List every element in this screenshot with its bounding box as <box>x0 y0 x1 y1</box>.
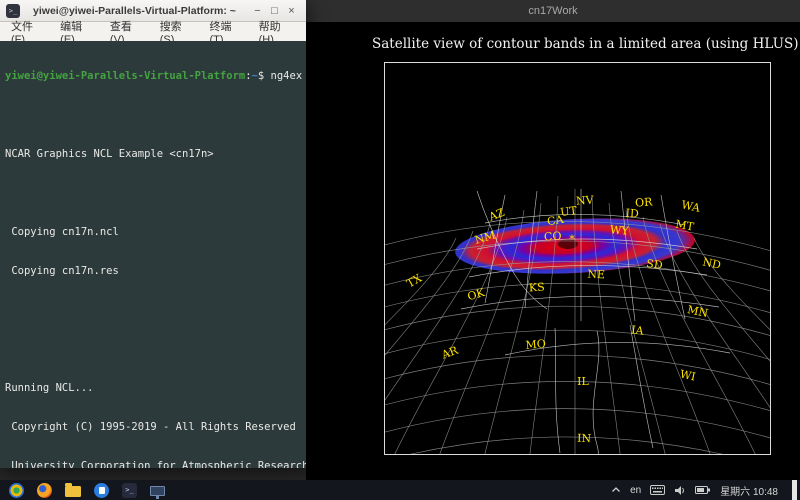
close-button[interactable]: × <box>283 5 300 17</box>
terminal-line <box>5 109 301 122</box>
terminal-output[interactable]: yiwei@yiwei-Parallels-Virtual-Platform:~… <box>0 41 306 468</box>
state-label: NE <box>587 268 605 282</box>
tray-expand-icon[interactable] <box>611 486 621 494</box>
state-label: TX <box>404 271 424 290</box>
terminal-line <box>5 304 301 317</box>
state-label: ID <box>625 207 639 221</box>
terminal-line: Copying cn17n.res <box>5 265 301 278</box>
plot-window: cn17Work Satellite view of contour bands… <box>306 0 800 480</box>
state-label: WY <box>609 223 629 238</box>
prompt-dollar: $ <box>258 70 271 82</box>
grid-point-star: * <box>569 233 575 246</box>
state-label: WI <box>679 368 697 384</box>
grid-line <box>694 238 770 454</box>
plot-window-titlebar[interactable]: cn17Work <box>306 0 800 22</box>
state-label: CO <box>544 229 562 243</box>
state-label: AR <box>439 344 460 362</box>
minimize-button[interactable]: − <box>249 5 266 17</box>
terminal-line: Running NCL... <box>5 382 301 395</box>
file-manager-icon[interactable] <box>65 486 81 497</box>
terminal-line <box>5 187 301 200</box>
terminal-line: Copying cn17n.ncl <box>5 226 301 239</box>
prompt-line: yiwei@yiwei-Parallels-Virtual-Platform:~… <box>5 70 301 83</box>
state-label: AZ <box>486 206 507 224</box>
terminal-line: University Corporation for Atmospheric R… <box>5 460 301 468</box>
start-menu-icon[interactable] <box>9 483 24 498</box>
state-label: NV <box>576 193 595 207</box>
battery-icon[interactable] <box>695 485 711 495</box>
satellite-map: WA OR ID MT NV CA UT AZ NM CO WY SD ND N… <box>385 63 770 454</box>
command-text: ng4ex cn17n <box>271 70 306 82</box>
plot-title: Satellite view of contour bands in a lim… <box>372 36 784 52</box>
firefox-icon[interactable] <box>37 483 52 498</box>
state-label: IA <box>631 323 646 338</box>
system-monitor-icon[interactable] <box>150 486 165 496</box>
state-label: KS <box>528 280 545 294</box>
state-label: IL <box>577 375 589 388</box>
clock[interactable]: 星期六 10:48 <box>720 483 778 498</box>
terminal-line: NCAR Graphics NCL Example <cn17n> <box>5 148 301 161</box>
state-label: UT <box>560 204 579 219</box>
terminal-window: yiwei@yiwei-Parallels-Virtual-Platform: … <box>0 0 306 468</box>
terminal-line <box>5 343 301 356</box>
grid-line <box>385 238 456 454</box>
maximize-button[interactable]: □ <box>266 5 283 17</box>
show-desktop-button[interactable] <box>792 480 797 500</box>
app-store-icon[interactable] <box>94 483 109 498</box>
state-label: WA <box>680 198 702 215</box>
grid-line <box>385 231 473 454</box>
taskbar-launchers <box>0 483 165 498</box>
terminal-task-icon[interactable] <box>122 483 137 498</box>
language-indicator[interactable]: en <box>630 485 641 496</box>
state-label: IN <box>577 432 592 445</box>
terminal-title: yiwei@yiwei-Parallels-Virtual-Platform: … <box>20 5 249 17</box>
keyboard-icon[interactable] <box>650 485 665 495</box>
terminal-line: Copyright (C) 1995-2019 - All Rights Res… <box>5 421 301 434</box>
grid-line <box>385 283 770 315</box>
state-label: SD <box>645 257 663 272</box>
system-tray: en 星期六 10:48 <box>611 480 800 500</box>
plot-window-title: cn17Work <box>528 5 577 17</box>
terminal-menubar: 文件(F) 编辑(E) 查看(V) 搜索(S) 终端(T) 帮助(H) <box>0 22 306 42</box>
grid-line <box>677 231 770 454</box>
taskbar: en 星期六 10:48 <box>0 480 800 500</box>
plot-frame: WA OR ID MT NV CA UT AZ NM CO WY SD ND N… <box>384 62 771 455</box>
state-label: MO <box>525 337 546 352</box>
state-label: MN <box>686 303 710 320</box>
prompt-user-host: yiwei@yiwei-Parallels-Virtual-Platform <box>5 70 245 82</box>
grid-line <box>385 306 770 338</box>
desktop: cn17Work Satellite view of contour bands… <box>0 0 800 500</box>
terminal-app-icon <box>6 4 20 18</box>
state-label: ND <box>701 255 722 272</box>
volume-icon[interactable] <box>674 485 686 496</box>
